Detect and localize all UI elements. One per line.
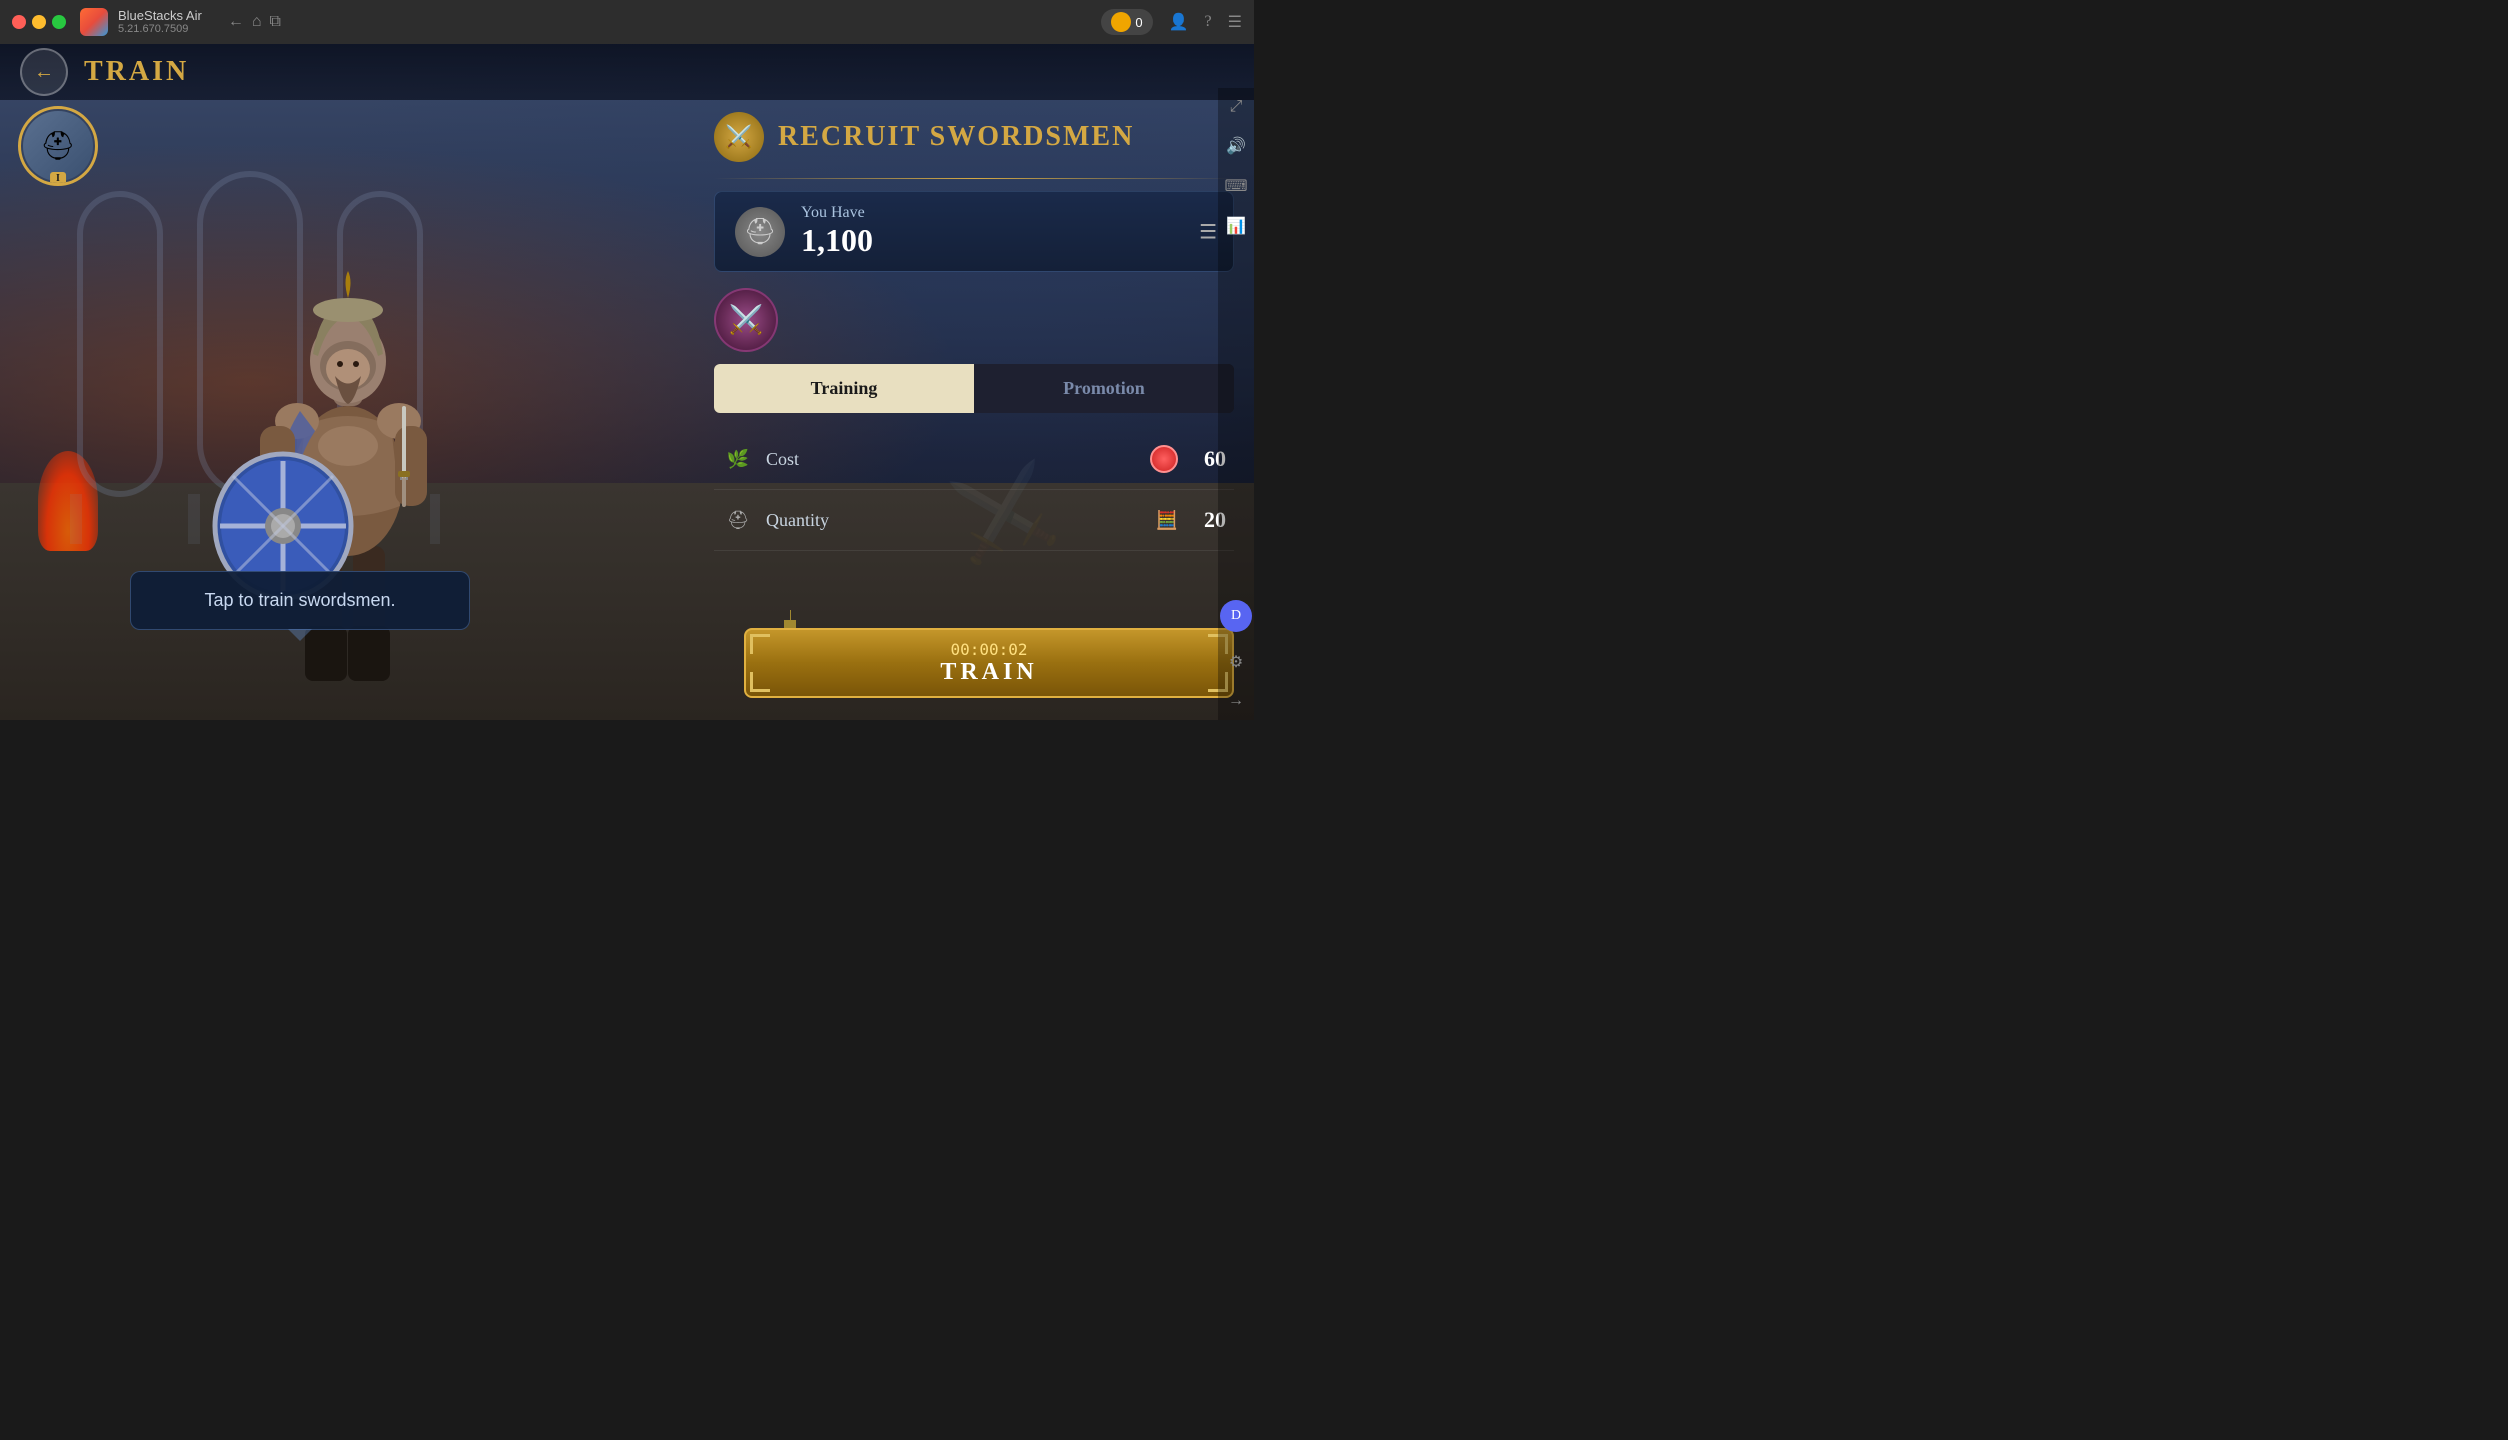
swordsman-emblem[interactable]: ⚔️	[714, 288, 778, 352]
cost-value-area: 60	[1150, 445, 1226, 473]
sword-emblem-icon: ⚔️	[714, 112, 764, 162]
volume-icon[interactable]: 🔊	[1226, 136, 1246, 156]
settings-icon[interactable]: ⚙	[1229, 652, 1243, 672]
game-header: ← TRAIN	[0, 44, 1254, 100]
avatar-image: ⛑	[23, 111, 93, 181]
train-button-wrapper: 00:00:02 TRAIN	[744, 638, 1234, 708]
coin-display: 0	[1101, 9, 1152, 35]
cost-label: Cost	[766, 449, 1138, 470]
nav-controls: ← ⌂ ⧉	[228, 13, 281, 31]
keyboard-icon[interactable]: ⌨	[1224, 176, 1247, 196]
coin-count: 0	[1135, 15, 1142, 30]
train-timer: 00:00:02	[950, 640, 1027, 659]
quantity-value-area: 🧮 20	[1156, 507, 1226, 533]
window-nav-button[interactable]: ⧉	[269, 13, 280, 31]
cost-stat-row: 🌿 Cost 60	[714, 429, 1234, 490]
corner-tl	[750, 634, 770, 654]
train-title: TRAIN	[84, 56, 189, 88]
you-have-count: 1,100	[801, 222, 873, 259]
expand-icon[interactable]: ⤢	[1230, 98, 1243, 116]
tabs-row: Training Promotion	[714, 364, 1234, 413]
tab-training[interactable]: Training	[714, 364, 974, 413]
chart-icon[interactable]: 📊	[1226, 216, 1246, 236]
connector-line	[790, 610, 791, 630]
character-avatar[interactable]: ⛑ I	[18, 106, 98, 186]
maximize-button[interactable]	[52, 15, 66, 29]
app-name: BlueStacks Air	[118, 8, 202, 24]
menu-icon[interactable]: ☰	[1228, 12, 1242, 32]
close-button[interactable]	[12, 15, 26, 29]
user-icon[interactable]: 👤	[1169, 12, 1189, 32]
gem-icon	[1150, 445, 1178, 473]
arrow-icon[interactable]: →	[1228, 692, 1244, 710]
coin-icon	[1111, 12, 1131, 32]
you-have-label: You Have	[801, 204, 873, 222]
recruit-header: ⚔️ RECRUIT SWORDSMEN	[714, 104, 1234, 170]
quantity-stat-row: ⛑ Quantity 🧮 20	[714, 490, 1234, 551]
app-icon	[80, 8, 108, 36]
help-icon[interactable]: ?	[1205, 13, 1212, 31]
tooltip-box[interactable]: Tap to train swordsmen.	[130, 571, 470, 630]
back-nav-button[interactable]: ←	[228, 13, 244, 31]
list-icon[interactable]: ☰	[1199, 219, 1217, 244]
cost-icon: 🌿	[722, 443, 754, 475]
train-label: TRAIN	[940, 659, 1037, 686]
tab-promotion[interactable]: Promotion	[974, 364, 1234, 413]
traffic-lights	[12, 15, 66, 29]
swordsman-icon-row: ⚔️	[714, 288, 1234, 352]
right-edge-panel: ⤢ 🔊 ⌨ 📊 D ⚙ →	[1218, 88, 1254, 720]
app-version: 5.21.670.7509	[118, 23, 202, 36]
tooltip-arrow	[288, 629, 312, 641]
game-area: ← TRAIN ⛑ I	[0, 44, 1254, 720]
helmet-icon: ⛑	[735, 207, 785, 257]
header-divider	[714, 178, 1234, 179]
you-have-info: You Have 1,100	[801, 204, 873, 259]
back-button[interactable]: ←	[20, 48, 68, 96]
discord-icon[interactable]: D	[1220, 600, 1252, 632]
calc-icon: 🧮	[1156, 510, 1178, 531]
minimize-button[interactable]	[32, 15, 46, 29]
corner-bl	[750, 672, 770, 692]
avatar-level: I	[50, 172, 66, 185]
home-nav-button[interactable]: ⌂	[252, 13, 262, 31]
quantity-label: Quantity	[766, 510, 1144, 531]
browser-chrome: BlueStacks Air 5.21.670.7509 ← ⌂ ⧉ 0 👤 ?…	[0, 0, 1254, 44]
chrome-right: 0 👤 ? ☰	[1101, 9, 1242, 35]
quantity-icon: ⛑	[722, 504, 754, 536]
tooltip-text: Tap to train swordsmen.	[204, 590, 395, 610]
recruit-title: RECRUIT SWORDSMEN	[778, 121, 1134, 153]
train-button[interactable]: 00:00:02 TRAIN	[744, 628, 1234, 698]
you-have-panel: ⛑ You Have 1,100 ☰	[714, 191, 1234, 272]
